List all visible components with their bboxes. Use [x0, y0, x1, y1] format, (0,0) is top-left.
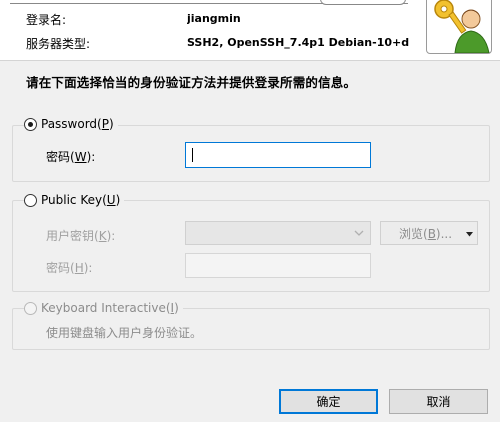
text-caret [192, 148, 193, 162]
passphrase-input[interactable] [185, 253, 371, 278]
server-type-label: 服务器类型: [26, 37, 91, 51]
instruction-text: 请在下面选择恰当的身份验证方法并提供登录所需的信息。 [26, 75, 357, 90]
password-input[interactable] [185, 142, 371, 168]
ok-button[interactable]: 确定 [279, 389, 378, 414]
keyboard-interactive-radio[interactable]: Keyboard Interactive(I) [24, 301, 183, 315]
radio-unselected-indicator [24, 193, 37, 207]
chevron-down-icon [354, 230, 364, 236]
user-key-select[interactable] [185, 221, 371, 245]
passphrase-label: 密码(H): [46, 261, 93, 275]
radio-disabled-indicator [24, 301, 37, 315]
password-radio-label: Password(P) [41, 117, 114, 131]
password-radio[interactable]: Password(P) [24, 117, 118, 131]
header-top-cap [320, 0, 406, 5]
public-key-radio[interactable]: Public Key(U) [24, 193, 125, 207]
browse-button-label: 浏览(B)... [399, 226, 453, 241]
server-type-value: SSH2, OpenSSH_7.4p1 Debian-10+d [187, 36, 410, 49]
public-key-group [12, 200, 490, 292]
cancel-button[interactable]: 取消 [389, 389, 488, 414]
browse-button[interactable]: 浏览(B)... [380, 221, 478, 245]
user-with-keys-icon [426, 0, 492, 54]
user-key-label: 用户密钥(K): [46, 229, 116, 243]
keyboard-interactive-radio-label: Keyboard Interactive(I) [41, 301, 179, 315]
username-label: 登录名: [26, 13, 67, 27]
public-key-radio-label: Public Key(U) [41, 193, 121, 207]
username-value: jiangmin [187, 12, 241, 25]
keyboard-interactive-description: 使用键盘输入用户身份验证。 [46, 326, 203, 340]
radio-selected-indicator [24, 117, 37, 131]
password-field-label: 密码(W): [46, 150, 96, 164]
caret-down-icon [466, 232, 473, 237]
dialog-header: 登录名: jiangmin 服务器类型: SSH2, OpenSSH_7.4p1… [0, 0, 500, 61]
